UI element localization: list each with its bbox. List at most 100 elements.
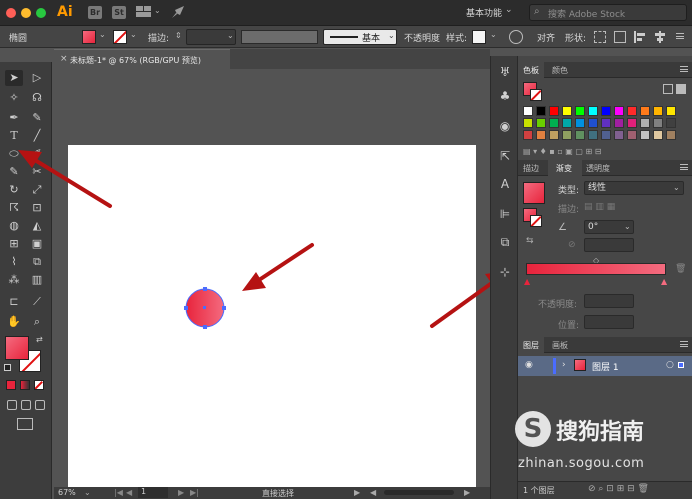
color-swatch[interactable] bbox=[536, 106, 546, 116]
stop-opacity-field bbox=[584, 294, 634, 308]
tab-transparency[interactable]: 透明度 bbox=[586, 163, 610, 174]
color-swatch[interactable] bbox=[653, 106, 663, 116]
status-right-icon[interactable]: ▶ bbox=[464, 488, 470, 497]
tab-stroke[interactable]: 描边 bbox=[523, 163, 539, 174]
color-swatch[interactable] bbox=[575, 130, 585, 140]
gradient-stop-left[interactable]: ▲ bbox=[524, 277, 530, 286]
horizontal-scrollbar[interactable] bbox=[384, 490, 454, 495]
color-swatch[interactable] bbox=[588, 130, 598, 140]
color-swatch[interactable] bbox=[653, 118, 663, 128]
last-artboard-icon[interactable]: ▶| bbox=[190, 488, 199, 497]
status-left-icon[interactable]: ◀ bbox=[370, 488, 376, 497]
color-swatch[interactable] bbox=[640, 106, 650, 116]
color-swatch[interactable] bbox=[601, 118, 611, 128]
first-artboard-icon[interactable]: |◀ bbox=[114, 488, 123, 497]
zoom-level[interactable]: 67% bbox=[58, 488, 76, 497]
gradient-stroke-swatch[interactable] bbox=[530, 215, 542, 227]
color-swatch[interactable] bbox=[562, 106, 572, 116]
stop-location-label: 位置: bbox=[558, 321, 580, 331]
aspect-ratio-icon: ⊘ bbox=[568, 240, 576, 250]
list-view-icon[interactable] bbox=[663, 84, 673, 94]
stop-opacity-label: 不透明度: bbox=[538, 300, 578, 310]
layers-footer: 1 个图层 ⊘ ⌕ ⊡ ⊞ ⊟ 🗑 bbox=[518, 481, 692, 499]
visibility-eye-icon[interactable]: ◉ bbox=[525, 360, 533, 370]
annotation-arrow-ellipse bbox=[242, 243, 314, 291]
layer-row[interactable]: ◉ › 图层 1 ○ bbox=[518, 356, 692, 376]
watermark-brand: 搜狗指南 bbox=[556, 420, 645, 445]
color-swatch[interactable] bbox=[640, 130, 650, 140]
chevron-down-icon[interactable]: ⌄ bbox=[84, 488, 91, 497]
reverse-gradient-icon[interactable]: ⇆ bbox=[526, 236, 534, 246]
selection-indicator[interactable] bbox=[678, 362, 684, 368]
color-swatch[interactable] bbox=[666, 106, 676, 116]
fill-color-front[interactable] bbox=[5, 336, 29, 360]
gradient-panel-tabs: 描边 渐变 透明度 bbox=[518, 160, 692, 176]
chevron-right-icon[interactable]: › bbox=[562, 360, 566, 370]
color-swatch[interactable] bbox=[549, 130, 559, 140]
color-swatch[interactable] bbox=[588, 118, 598, 128]
color-swatch[interactable] bbox=[627, 106, 637, 116]
graphic-styles-panel-icon[interactable]: ◉ bbox=[497, 118, 513, 134]
color-swatch[interactable] bbox=[549, 106, 559, 116]
color-swatch[interactable] bbox=[536, 130, 546, 140]
chevron-down-icon[interactable]: ⌄ bbox=[624, 222, 631, 231]
color-swatch[interactable] bbox=[627, 130, 637, 140]
gradient-preview[interactable] bbox=[523, 182, 545, 204]
current-tool-status[interactable]: 直接选择 bbox=[262, 488, 294, 499]
color-swatch[interactable] bbox=[523, 118, 533, 128]
swatch-grid[interactable] bbox=[523, 106, 683, 142]
tab-layers[interactable]: 图层 bbox=[523, 340, 539, 351]
color-swatch[interactable] bbox=[523, 130, 533, 140]
color-swatch[interactable] bbox=[666, 130, 676, 140]
gradient-type-dropdown[interactable]: 线性 ⌄ bbox=[584, 181, 684, 195]
color-swatch[interactable] bbox=[666, 118, 676, 128]
color-swatch[interactable] bbox=[536, 118, 546, 128]
align-panel-icon[interactable]: ⊫ bbox=[497, 206, 513, 222]
gradient-slider[interactable] bbox=[526, 263, 666, 275]
tab-color[interactable]: 颜色 bbox=[552, 65, 568, 76]
swatches-stroke[interactable] bbox=[530, 89, 542, 101]
color-swatch[interactable] bbox=[627, 118, 637, 128]
tab-gradient[interactable]: 渐变 bbox=[556, 163, 572, 174]
selected-ellipse[interactable] bbox=[184, 287, 226, 329]
color-swatch[interactable] bbox=[601, 130, 611, 140]
layers-footer-icons[interactable]: ⊘ ⌕ ⊡ ⊞ ⊟ 🗑 bbox=[588, 484, 649, 494]
gradient-stop-right[interactable]: ▲ bbox=[661, 277, 667, 286]
color-swatch[interactable] bbox=[614, 130, 624, 140]
panel-menu-icon[interactable] bbox=[680, 341, 688, 347]
color-swatch[interactable] bbox=[601, 106, 611, 116]
illustrator-window: Ai Br St ⌄ 基本功能 ⌄ ⌕ 搜索 Adobe Stock 椭圆 ⌄ … bbox=[0, 0, 692, 499]
color-swatch[interactable] bbox=[523, 106, 533, 116]
previous-artboard-icon[interactable]: ◀ bbox=[126, 488, 132, 497]
brushes-panel-icon[interactable]: ♅ bbox=[497, 64, 513, 80]
panel-menu-icon[interactable] bbox=[680, 66, 688, 72]
tab-swatches[interactable]: 色板 bbox=[523, 65, 539, 76]
symbols-panel-icon[interactable]: ♣ bbox=[497, 88, 513, 104]
status-play-icon[interactable]: ▶ bbox=[354, 488, 360, 497]
color-swatch[interactable] bbox=[614, 106, 624, 116]
layer-count: 1 个图层 bbox=[523, 486, 555, 495]
panel-menu-icon[interactable] bbox=[680, 164, 688, 170]
target-circle-icon[interactable]: ○ bbox=[666, 360, 674, 370]
pathfinder-panel-icon[interactable]: ⧉ bbox=[497, 234, 513, 250]
color-swatch[interactable] bbox=[562, 130, 572, 140]
transform-panel-icon[interactable]: ⊹ bbox=[497, 264, 513, 280]
next-artboard-icon[interactable]: ▶ bbox=[178, 488, 184, 497]
color-swatch[interactable] bbox=[653, 130, 663, 140]
character-panel-icon[interactable]: A bbox=[497, 176, 513, 192]
color-swatch[interactable] bbox=[575, 106, 585, 116]
color-swatch[interactable] bbox=[614, 118, 624, 128]
color-swatch[interactable] bbox=[575, 118, 585, 128]
thumbnail-view-icon[interactable] bbox=[676, 84, 686, 94]
status-bar: 67% ⌄ |◀ ◀ 1 ▶ ▶| 直接选择 ▶ ◀ ▶ bbox=[54, 487, 490, 499]
color-swatch[interactable] bbox=[588, 106, 598, 116]
export-panel-icon[interactable]: ⇱ bbox=[497, 148, 513, 164]
artboard-number[interactable]: 1 bbox=[138, 487, 168, 498]
tab-artboards[interactable]: 画板 bbox=[552, 340, 568, 351]
color-swatch[interactable] bbox=[562, 118, 572, 128]
color-swatch[interactable] bbox=[640, 118, 650, 128]
delete-stop-icon[interactable]: 🗑 bbox=[675, 264, 686, 274]
color-swatch[interactable] bbox=[549, 118, 559, 128]
layers-panel-tabs: 图层 画板 bbox=[518, 337, 692, 353]
layer-name[interactable]: 图层 1 bbox=[592, 360, 619, 373]
